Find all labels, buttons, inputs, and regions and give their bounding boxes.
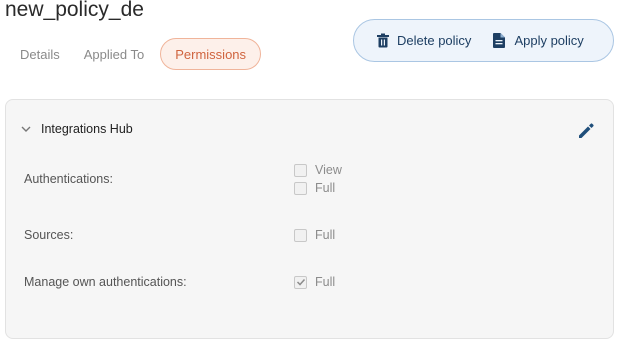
checkbox[interactable] — [294, 228, 307, 242]
manage-own-authentications-label: Manage own authentications: — [24, 275, 187, 289]
tab-permissions[interactable]: Permissions — [160, 38, 262, 70]
tab-applied-to[interactable]: Applied To — [72, 38, 156, 70]
sources-full-option[interactable]: Full — [294, 228, 335, 242]
tab-bar: Details Applied To Permissions — [8, 38, 262, 70]
option-label: Full — [315, 275, 336, 289]
checkbox[interactable] — [294, 163, 307, 177]
manage-own-authentications-full-option[interactable]: Full — [294, 275, 335, 289]
apply-policy-label: Apply policy — [514, 33, 584, 48]
option-label: Full — [315, 228, 336, 242]
trash-icon — [376, 33, 390, 48]
page-title: new_policy_de — [5, 0, 144, 21]
authentications-full-option[interactable]: Full — [294, 181, 335, 195]
section-title: Integrations Hub — [41, 122, 133, 136]
authentications-view-option[interactable]: View — [294, 163, 342, 177]
chevron-down-icon — [20, 123, 32, 135]
sources-label: Sources: — [24, 228, 74, 242]
tab-details[interactable]: Details — [8, 38, 72, 70]
delete-policy-label: Delete policy — [397, 33, 472, 48]
document-icon — [493, 33, 507, 48]
check-icon — [296, 278, 305, 286]
option-label: Full — [315, 181, 336, 195]
authentications-label: Authentications: — [24, 172, 113, 186]
checkbox-checked[interactable] — [294, 275, 307, 289]
policy-actions: Delete policy Apply policy — [353, 19, 614, 62]
edit-icon[interactable] — [577, 122, 595, 140]
permissions-panel: Integrations Hub Authentications: View F… — [5, 99, 614, 339]
section-toggle[interactable]: Integrations Hub — [20, 122, 133, 136]
option-label: View — [315, 163, 342, 177]
delete-policy-button[interactable]: Delete policy — [376, 33, 471, 48]
checkbox[interactable] — [294, 181, 307, 195]
apply-policy-button[interactable]: Apply policy — [493, 33, 584, 48]
